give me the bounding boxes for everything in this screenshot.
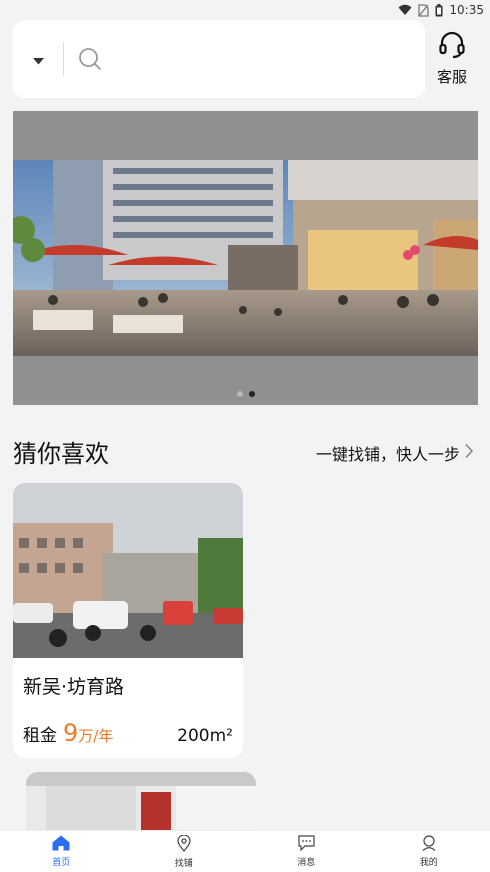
quick-find-label: 一键找铺，快人一步: [315, 445, 460, 464]
quick-find-link[interactable]: 一键找铺，快人一步: [316, 441, 474, 465]
rent-value: 9: [63, 719, 79, 747]
bottom-tab-bar: 首页 找铺 消息 我的: [0, 830, 490, 872]
city-dropdown[interactable]: [13, 20, 63, 98]
tab-find-shop[interactable]: 找铺: [123, 831, 246, 872]
wifi-icon: [398, 4, 412, 16]
section-title: 猜你喜欢: [13, 440, 109, 468]
rent-info: 租金 9万/年: [23, 719, 113, 747]
rent-unit: 万/年: [78, 727, 114, 745]
banner-image: [13, 160, 478, 356]
battery-icon: [435, 3, 443, 17]
caret-down-icon: [32, 50, 44, 69]
search-input[interactable]: [110, 39, 425, 79]
customer-service-label: 客服: [436, 68, 467, 86]
listing-meta: 租金 9万/年 200m²: [23, 719, 233, 747]
tab-messages[interactable]: 消息: [245, 831, 368, 872]
status-bar: 10:35: [0, 0, 490, 20]
status-time: 10:35: [449, 3, 484, 17]
customer-service-button[interactable]: 客服: [428, 30, 476, 90]
headset-icon: [437, 30, 467, 64]
search-icon: [78, 47, 102, 71]
chevron-right-icon: [464, 443, 474, 463]
tab-profile-label: 我的: [419, 858, 438, 868]
tab-messages-label: 消息: [297, 858, 316, 868]
tab-home[interactable]: 首页: [0, 831, 123, 872]
message-icon: [298, 835, 315, 854]
tab-find-shop-label: 找铺: [174, 858, 193, 869]
divider: [63, 42, 64, 76]
carousel-dot-active[interactable]: [248, 391, 255, 397]
listing-area: 200m²: [177, 726, 233, 746]
rent-label: 租金: [23, 726, 57, 746]
home-icon: [52, 835, 70, 854]
listing-card[interactable]: 新吴·坊育路 租金 9万/年 200m²: [13, 483, 243, 758]
search-bar: [13, 20, 425, 98]
banner-carousel[interactable]: [13, 111, 478, 405]
user-icon: [421, 835, 437, 854]
no-sim-icon: [418, 3, 430, 17]
tab-profile[interactable]: 我的: [368, 831, 490, 872]
carousel-dot[interactable]: [236, 391, 243, 397]
carousel-indicators: [13, 391, 478, 397]
tab-home-label: 首页: [52, 858, 71, 868]
listing-name: 新吴·坊育路: [23, 676, 125, 698]
location-pin-icon: [177, 833, 191, 855]
listing-photo: [13, 483, 243, 658]
